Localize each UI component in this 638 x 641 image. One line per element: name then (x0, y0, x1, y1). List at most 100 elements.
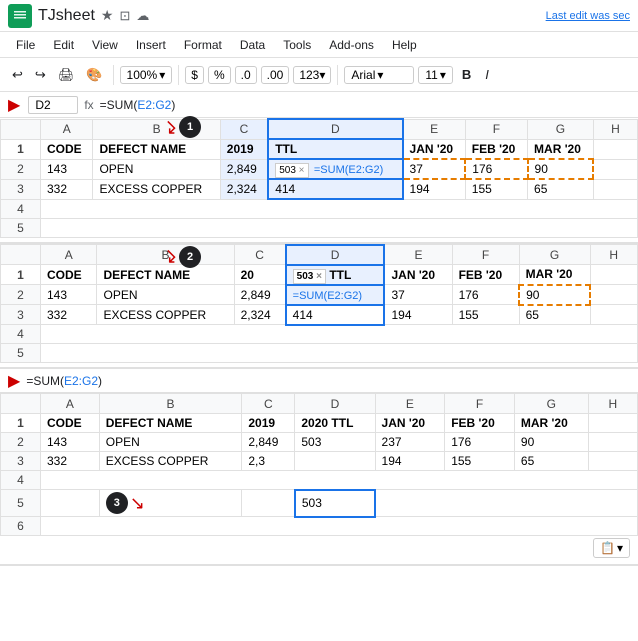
cell-c3-p3[interactable]: 2,3 (242, 452, 295, 471)
undo-button[interactable]: ↩ (8, 65, 27, 85)
close-badge-icon[interactable]: × (299, 165, 305, 176)
cell-b2-p1[interactable]: OPEN (93, 159, 220, 179)
cell-f1-p1[interactable]: FEB '20 (465, 139, 527, 159)
more-formats-button[interactable]: 123▾ (293, 66, 331, 84)
cell-c3-p2[interactable]: 2,324 (234, 305, 286, 325)
cell-g1-p3[interactable]: MAR '20 (514, 414, 588, 433)
close-badge-p2-icon[interactable]: × (316, 271, 322, 282)
star-icon[interactable]: ★ (101, 7, 114, 24)
cell-a3-p1[interactable]: 332 (41, 179, 93, 199)
clipboard-button[interactable]: 📋 ▾ (593, 538, 630, 558)
cell-d3-p2[interactable]: 414 (286, 305, 385, 325)
cell-c1-p1[interactable]: 2019 (220, 139, 268, 159)
cell-e3-p1[interactable]: 194 (403, 179, 466, 199)
cell-b3-p3[interactable]: EXCESS COPPER (99, 452, 242, 471)
cell-e3-p3[interactable]: 194 (375, 452, 445, 471)
cell-g3-p3[interactable]: 65 (514, 452, 588, 471)
cell-d3-p1[interactable]: 414 (268, 179, 402, 199)
redo-button[interactable]: ↪ (31, 65, 50, 85)
cell-d1-p3[interactable]: 2020 TTL (295, 414, 375, 433)
cell-d2-p2[interactable]: =SUM(E2:G2) (286, 285, 385, 305)
cell-c1-p2[interactable]: 20 (234, 265, 286, 285)
cell-e1-p2[interactable]: JAN '20 (384, 265, 452, 285)
cell-g3-p1[interactable]: 65 (528, 179, 594, 199)
cell-b3-p1[interactable]: EXCESS COPPER (93, 179, 220, 199)
menu-format[interactable]: Format (176, 36, 230, 54)
cell-f3-p3[interactable]: 155 (445, 452, 515, 471)
paint-format-button[interactable]: 🎨 (82, 65, 106, 85)
cell-a1-p1[interactable]: CODE (41, 139, 93, 159)
cell-a1-p2[interactable]: CODE (41, 265, 97, 285)
cell-d3-p3[interactable] (295, 452, 375, 471)
cell-c2-p3[interactable]: 2,849 (242, 433, 295, 452)
decimal-inc-button[interactable]: .00 (261, 66, 290, 84)
cell-f3-p2[interactable]: 155 (452, 305, 519, 325)
menu-file[interactable]: File (8, 36, 43, 54)
cell-b1-p2[interactable]: DEFECT NAME (97, 265, 234, 285)
cell-e1-p1[interactable]: JAN '20 (403, 139, 466, 159)
cell-b1-p3[interactable]: DEFECT NAME (99, 414, 242, 433)
row-4-empty-p3 (41, 471, 638, 490)
cell-a3-p2[interactable]: 332 (41, 305, 97, 325)
cloud-icon[interactable]: ☁ (136, 8, 149, 24)
print-button[interactable]: 🖨 (54, 65, 79, 85)
cell-e3-p2[interactable]: 194 (384, 305, 452, 325)
cell-a1-p3[interactable]: CODE (41, 414, 100, 433)
folder-icon[interactable]: ⊡ (119, 8, 130, 24)
decimal-dec-button[interactable]: .0 (235, 66, 257, 84)
cell-e2-p2[interactable]: 37 (384, 285, 452, 305)
cell-c2-p2[interactable]: 2,849 (234, 285, 286, 305)
cell-d5-p3[interactable]: 503 (295, 490, 375, 517)
cell-f1-p2[interactable]: FEB '20 (452, 265, 519, 285)
menu-bar: File Edit View Insert Format Data Tools … (0, 32, 638, 58)
cell-a3-p3[interactable]: 332 (41, 452, 100, 471)
font-size-selector[interactable]: 11 ▾ (418, 66, 453, 84)
cell-g1-p1[interactable]: MAR '20 (528, 139, 594, 159)
cell-f2-p3[interactable]: 176 (445, 433, 515, 452)
cell-reference-box[interactable]: D2 (28, 96, 78, 114)
col-header-row-3: A B C D E F G H (1, 394, 638, 414)
panel-2-table: A B C D E F G H 1 CODE DEFECT NAME (0, 244, 638, 364)
cell-a2-p2[interactable]: 143 (41, 285, 97, 305)
cell-c3-p1[interactable]: 2,324 (220, 179, 268, 199)
menu-edit[interactable]: Edit (45, 36, 82, 54)
menu-addons[interactable]: Add-ons (321, 36, 382, 54)
cell-a2-p1[interactable]: 143 (41, 159, 93, 179)
cell-g3-p2[interactable]: 65 (519, 305, 590, 325)
cell-d1-p2[interactable]: 503 × TTL (286, 265, 385, 285)
cell-e1-p3[interactable]: JAN '20 (375, 414, 445, 433)
cell-f2-p2[interactable]: 176 (452, 285, 519, 305)
cell-e2-p1[interactable]: 37 (403, 159, 466, 179)
font-selector[interactable]: Arial ▾ (344, 66, 414, 84)
menu-view[interactable]: View (84, 36, 126, 54)
cell-a2-p3[interactable]: 143 (41, 433, 100, 452)
cell-b2-p3[interactable]: OPEN (99, 433, 242, 452)
cell-d2-p3[interactable]: 503 (295, 433, 375, 452)
currency-button[interactable]: $ (185, 66, 204, 84)
menu-data[interactable]: Data (232, 36, 273, 54)
menu-tools[interactable]: Tools (275, 36, 319, 54)
cell-g2-p2[interactable]: 90 (519, 285, 590, 305)
cell-b3-p2[interactable]: EXCESS COPPER (97, 305, 234, 325)
cell-g1-p2[interactable]: MAR '20 (519, 265, 590, 285)
cell-f2-p1[interactable]: 176 (465, 159, 527, 179)
cell-d2-p1[interactable]: 503 × =SUM(E2:G2) (268, 159, 402, 179)
percent-button[interactable]: % (208, 66, 231, 84)
cell-c2-p1[interactable]: 2,849 (220, 159, 268, 179)
italic-button[interactable]: I (480, 66, 494, 83)
cell-b1-p1[interactable]: DEFECT NAME (93, 139, 220, 159)
menu-help[interactable]: Help (384, 36, 425, 54)
cell-b2-p2[interactable]: OPEN (97, 285, 234, 305)
bold-button[interactable]: B (457, 66, 476, 83)
cell-c1-p3[interactable]: 2019 (242, 414, 295, 433)
col-header-row-1: A B C D E F G H (1, 119, 638, 139)
cell-d1-p1[interactable]: TTL (268, 139, 402, 159)
cell-g2-p3[interactable]: 90 (514, 433, 588, 452)
cell-e2-p3[interactable]: 237 (375, 433, 445, 452)
col-header-rownum-1 (1, 119, 41, 139)
cell-f1-p3[interactable]: FEB '20 (445, 414, 515, 433)
cell-g2-p1[interactable]: 90 (528, 159, 594, 179)
zoom-selector[interactable]: 100% ▾ (120, 66, 173, 84)
cell-f3-p1[interactable]: 155 (465, 179, 527, 199)
menu-insert[interactable]: Insert (128, 36, 174, 54)
